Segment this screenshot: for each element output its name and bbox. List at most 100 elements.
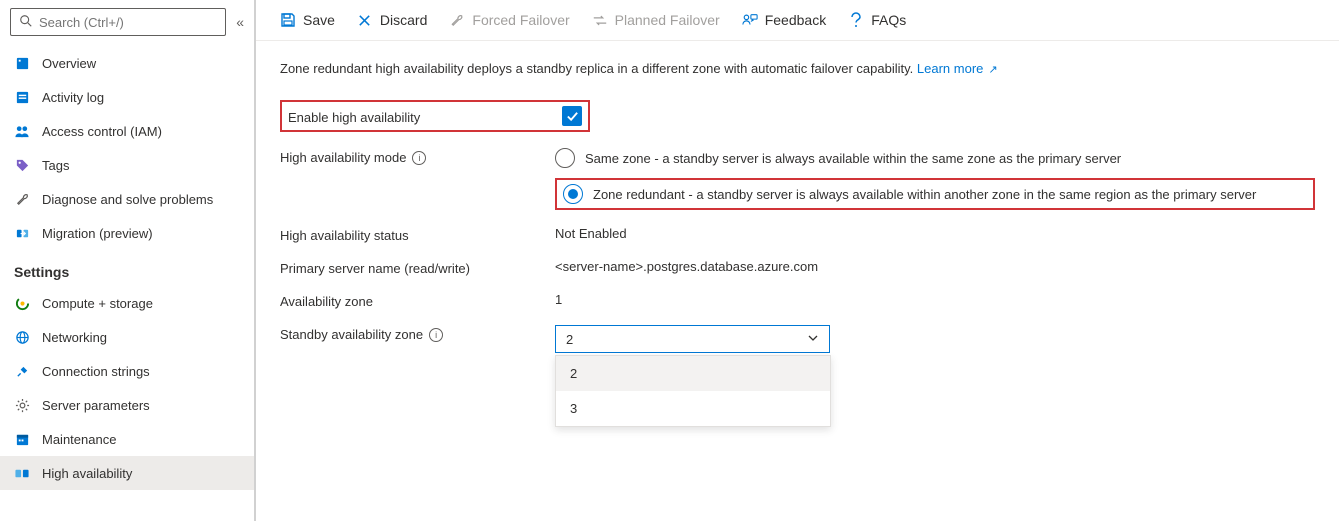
standby-zone-dropdown: 2 3	[555, 355, 831, 427]
feedback-icon	[742, 12, 758, 28]
discard-icon	[357, 12, 373, 28]
forced-failover-button: Forced Failover	[449, 12, 569, 28]
sidebar-item-label: Server parameters	[42, 398, 150, 413]
ha-status-row: High availability status Not Enabled	[280, 218, 1315, 251]
standby-zone-value-wrap: 2 2 3	[555, 325, 1315, 427]
sidebar-item-label: Overview	[42, 56, 96, 71]
sidebar-item-compute-storage[interactable]: Compute + storage	[0, 286, 254, 320]
save-button[interactable]: Save	[280, 12, 335, 28]
main: Save Discard Forced Failover Planned Fai…	[256, 0, 1339, 521]
search-input[interactable]	[39, 15, 217, 30]
sidebar-item-maintenance[interactable]: Maintenance	[0, 422, 254, 456]
search-box[interactable]	[10, 8, 226, 36]
standby-zone-select[interactable]: 2	[555, 325, 830, 353]
sidebar-item-networking[interactable]: Networking	[0, 320, 254, 354]
select-value: 2	[566, 332, 573, 347]
toolbar-label: Planned Failover	[615, 12, 720, 28]
radio-same-zone[interactable]: Same zone - a standby server is always a…	[555, 148, 1315, 168]
sidebar-item-server-parameters[interactable]: Server parameters	[0, 388, 254, 422]
help-icon	[848, 12, 864, 28]
sidebar-item-label: Diagnose and solve problems	[42, 192, 213, 207]
sidebar-item-high-availability[interactable]: High availability	[0, 456, 254, 490]
sidebar-item-label: Compute + storage	[42, 296, 153, 311]
feedback-button[interactable]: Feedback	[742, 12, 826, 28]
plug-icon	[14, 363, 30, 379]
radio-icon	[555, 148, 575, 168]
external-link-icon: ↗	[985, 64, 997, 76]
sidebar-item-label: Connection strings	[42, 364, 150, 379]
sidebar-item-activity-log[interactable]: Activity log	[0, 80, 254, 114]
sidebar-heading-settings: Settings	[0, 250, 254, 286]
check-icon	[566, 110, 579, 123]
people-icon	[14, 123, 30, 139]
sidebar-item-label: High availability	[42, 466, 132, 481]
sidebar-list: Overview Activity log Access control (IA…	[0, 46, 254, 513]
log-icon	[14, 89, 30, 105]
planned-failover-button: Planned Failover	[592, 12, 720, 28]
availability-zone-label: Availability zone	[280, 292, 555, 309]
sidebar-item-label: Migration (preview)	[42, 226, 153, 241]
sidebar: « Overview Activity log Access control (…	[0, 0, 256, 521]
collapse-sidebar-icon[interactable]: «	[236, 14, 244, 30]
planned-failover-icon	[592, 12, 608, 28]
radio-label: Zone redundant - a standby server is alw…	[593, 187, 1256, 202]
gear-icon	[14, 397, 30, 413]
info-icon[interactable]: i	[429, 328, 443, 342]
availability-zone-row: Availability zone 1	[280, 284, 1315, 317]
sidebar-item-overview[interactable]: Overview	[0, 46, 254, 80]
toolbar-label: Discard	[380, 12, 427, 28]
save-icon	[280, 12, 296, 28]
forced-failover-icon	[449, 12, 465, 28]
gauge-icon	[14, 295, 30, 311]
info-icon[interactable]: i	[412, 151, 426, 165]
primary-server-label: Primary server name (read/write)	[280, 259, 555, 276]
sidebar-item-label: Activity log	[42, 90, 104, 105]
sidebar-item-diagnose[interactable]: Diagnose and solve problems	[0, 182, 254, 216]
enable-ha-checkbox[interactable]	[562, 106, 582, 126]
radio-zone-redundant[interactable]: Zone redundant - a standby server is alw…	[555, 178, 1315, 210]
discard-button[interactable]: Discard	[357, 12, 427, 28]
ha-status-label: High availability status	[280, 226, 555, 243]
ha-status-value: Not Enabled	[555, 226, 1315, 241]
faqs-button[interactable]: FAQs	[848, 12, 906, 28]
toolbar-label: FAQs	[871, 12, 906, 28]
enable-ha-label: Enable high availability	[288, 108, 420, 125]
standby-zone-row: Standby availability zone i 2 2 3	[280, 317, 1315, 435]
calendar-icon	[14, 431, 30, 447]
toolbar-label: Save	[303, 12, 335, 28]
sidebar-item-connection-strings[interactable]: Connection strings	[0, 354, 254, 388]
sidebar-item-label: Maintenance	[42, 432, 116, 447]
sidebar-item-label: Access control (IAM)	[42, 124, 162, 139]
primary-server-row: Primary server name (read/write) <server…	[280, 251, 1315, 284]
toolbar-label: Feedback	[765, 12, 826, 28]
ha-mode-row: High availability mode i Same zone - a s…	[280, 140, 1315, 218]
ha-mode-label: High availability mode i	[280, 148, 555, 165]
radio-label: Same zone - a standby server is always a…	[585, 151, 1121, 166]
standby-zone-label: Standby availability zone i	[280, 325, 555, 342]
description: Zone redundant high availability deploys…	[280, 61, 1315, 76]
dropdown-option[interactable]: 2	[556, 356, 830, 391]
sidebar-item-label: Tags	[42, 158, 69, 173]
server-icon	[14, 55, 30, 71]
migration-icon	[14, 225, 30, 241]
learn-more-link[interactable]: Learn more ↗	[917, 61, 998, 76]
enable-ha-row: Enable high availability	[280, 92, 1315, 140]
ha-icon	[14, 465, 30, 481]
content: Zone redundant high availability deploys…	[256, 41, 1339, 521]
description-text: Zone redundant high availability deploys…	[280, 61, 913, 76]
dropdown-option[interactable]: 3	[556, 391, 830, 426]
tag-icon	[14, 157, 30, 173]
sidebar-item-label: Networking	[42, 330, 107, 345]
sidebar-item-migration[interactable]: Migration (preview)	[0, 216, 254, 250]
ha-mode-radio-group: Same zone - a standby server is always a…	[555, 148, 1315, 210]
sidebar-item-access-control[interactable]: Access control (IAM)	[0, 114, 254, 148]
search-row: «	[0, 8, 254, 46]
availability-zone-value: 1	[555, 292, 1315, 307]
toolbar: Save Discard Forced Failover Planned Fai…	[256, 0, 1339, 41]
enable-ha-highlight: Enable high availability	[280, 100, 590, 132]
radio-icon	[563, 184, 583, 204]
primary-server-value: <server-name>.postgres.database.azure.co…	[555, 259, 1315, 274]
globe-icon	[14, 329, 30, 345]
wrench-icon	[14, 191, 30, 207]
sidebar-item-tags[interactable]: Tags	[0, 148, 254, 182]
